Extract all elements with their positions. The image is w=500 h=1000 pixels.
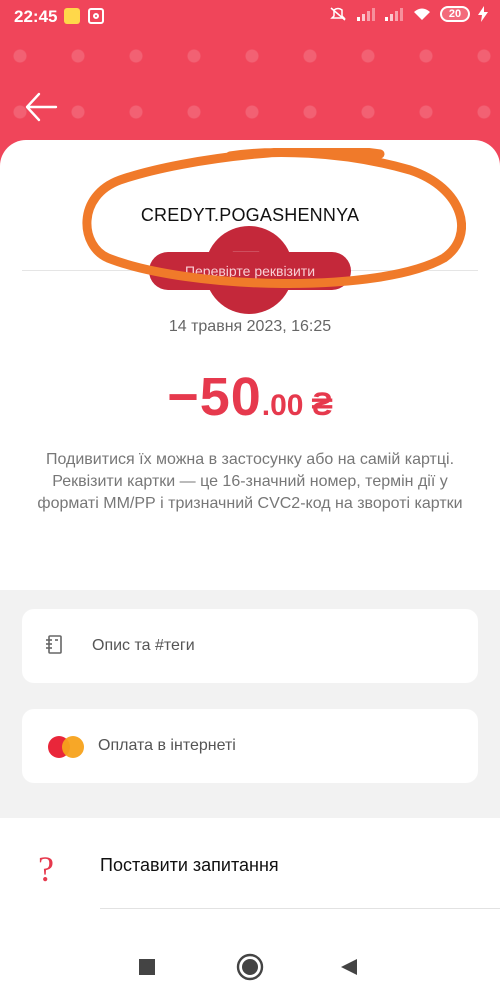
wifi-icon	[414, 8, 430, 20]
system-nav-bar	[0, 940, 500, 1000]
ask-question-panel[interactable]: ?	[0, 818, 500, 940]
notebook-icon	[46, 635, 62, 654]
question-mark-icon: ?	[38, 849, 54, 889]
battery-icon: 20	[440, 6, 470, 22]
mastercard-icon	[48, 736, 84, 758]
square-icon[interactable]	[138, 958, 156, 976]
charging-icon	[478, 6, 488, 22]
transaction-description: Подивитися їх можна в застосунку або на …	[37, 451, 463, 512]
online-payment-label: Оплата в інтернеті	[98, 737, 236, 754]
instagram-icon	[88, 8, 104, 24]
transaction-datetime: 14 травня 2023, 16:25	[168, 318, 332, 335]
back-triangle-icon[interactable]	[340, 958, 358, 976]
description-tags-row[interactable]: Опис та #теги	[22, 609, 478, 683]
transaction-amount: −50.00 ₴	[0, 366, 500, 428]
status-time: 22:45	[14, 7, 58, 26]
status-icons: 20	[328, 6, 488, 22]
home-circle-icon[interactable]	[236, 953, 264, 981]
transaction-title: CREDYT.POGASHENNYA	[140, 205, 360, 225]
amount-main: −50	[167, 367, 262, 427]
divider	[100, 908, 500, 909]
check-details-button[interactable]: Перевірте реквізити	[149, 252, 351, 290]
signal-icon	[385, 8, 403, 21]
ask-question-label[interactable]: Поставити запитання	[100, 855, 279, 876]
notification-icon	[64, 8, 80, 24]
currency-sign: ₴	[311, 386, 333, 422]
online-payment-row[interactable]: Оплата в інтернеті	[22, 709, 478, 783]
arrow-left-icon[interactable]	[24, 90, 58, 124]
mute-icon	[330, 7, 346, 21]
amount-cents: .00	[261, 389, 304, 422]
signal-icon	[357, 8, 375, 21]
status-bar: 22:45 20	[0, 0, 500, 36]
description-tags-label: Опис та #теги	[92, 637, 195, 654]
